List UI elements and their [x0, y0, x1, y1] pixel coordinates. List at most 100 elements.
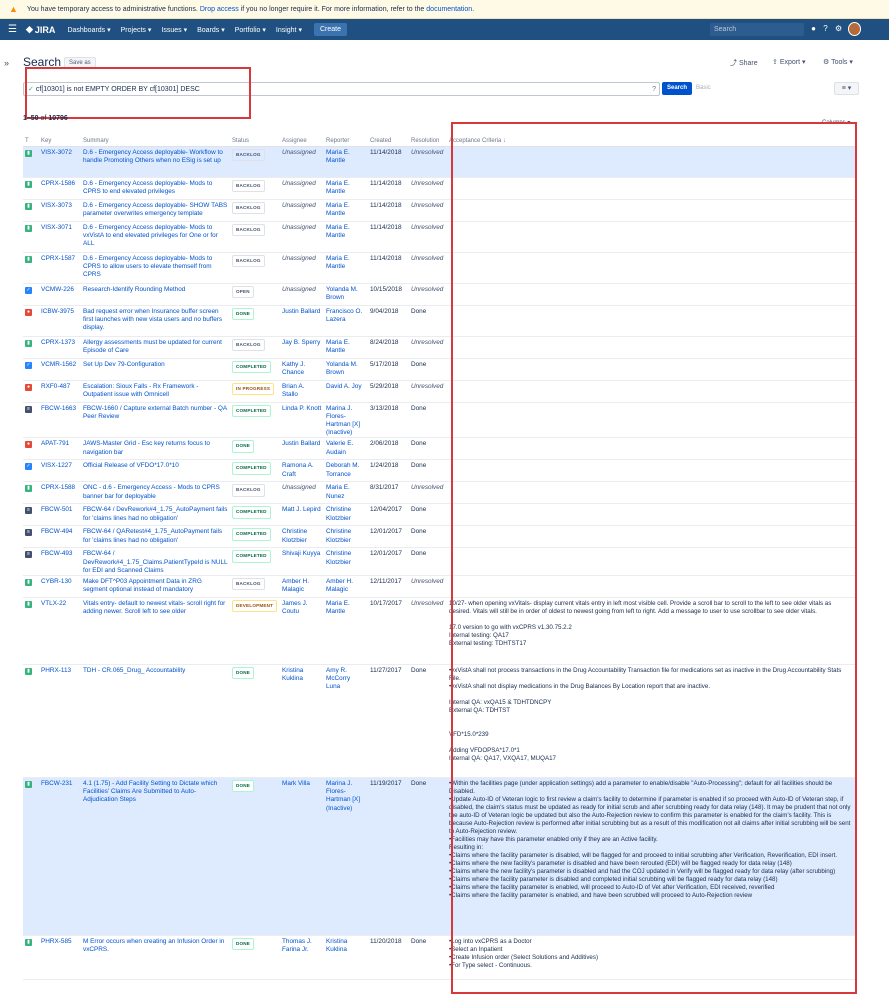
issue-key-link[interactable]: CYBR-130: [39, 575, 81, 598]
issue-key-link[interactable]: PHRX-113: [39, 664, 81, 778]
reporter-cell[interactable]: Christine Klotzbier: [324, 503, 368, 527]
create-button[interactable]: Create: [313, 23, 347, 36]
assignee-cell[interactable]: Thomas J. Farina Jr.: [280, 935, 324, 980]
issue-key-link[interactable]: PHRX-585: [39, 935, 81, 980]
table-row[interactable]: ▮ CPRX-1587 D.6 - Emergency Access deploya…: [23, 252, 856, 284]
issue-summary-link[interactable]: 4.1 (1.75) - Add Facility Setting to Dic…: [81, 777, 230, 936]
issue-key-link[interactable]: FBCW-501: [39, 503, 81, 527]
issue-key-link[interactable]: FBCW-1663: [39, 402, 81, 439]
issue-summary-link[interactable]: M Error occurs when creating an Infusion…: [81, 935, 230, 980]
issue-summary-link[interactable]: D.6 - Emergency Access deployable- Workf…: [81, 146, 230, 178]
issue-key-link[interactable]: VISX-3071: [39, 221, 81, 253]
issue-key-link[interactable]: RXF0-487: [39, 380, 81, 403]
reporter-cell[interactable]: Yolanda M. Brown: [324, 358, 368, 381]
table-row[interactable]: ● APAT-791 JAWS-Master Grid - Esc key retu…: [23, 437, 856, 461]
issue-key-link[interactable]: VTLX-22: [39, 597, 81, 665]
assignee-cell[interactable]: Justin Ballard: [280, 437, 324, 461]
issue-key-link[interactable]: FBCW-494: [39, 525, 81, 549]
assignee-cell[interactable]: Brian A. Stallo: [280, 380, 324, 403]
table-row[interactable]: ✓ VISX-1227 Official Release of VFDO*17.0*…: [23, 459, 856, 483]
assignee-cell[interactable]: Justin Ballard: [280, 305, 324, 337]
reporter-cell[interactable]: Valerie E. Audain: [324, 437, 368, 461]
issue-key-link[interactable]: VCMW-226: [39, 283, 81, 306]
table-row[interactable]: ✓ VCMW-226 Research-Identify Rounding Meth…: [23, 283, 856, 306]
issue-summary-link[interactable]: FBCW-64 / DevRework#4_1.75_AutoPayment f…: [81, 503, 230, 527]
table-row[interactable]: ▮ VISX-3071 D.6 - Emergency Access deploya…: [23, 221, 856, 253]
reporter-cell[interactable]: Kristina Kuklina: [324, 935, 368, 980]
issue-key-link[interactable]: ICBW-3975: [39, 305, 81, 337]
table-row[interactable]: ▮ VISX-3073 D.6 - Emergency Access deploya…: [23, 199, 856, 222]
reporter-cell[interactable]: David A. Joy: [324, 380, 368, 403]
nav-projects[interactable]: Projects ▾: [121, 26, 152, 34]
issue-key-link[interactable]: CPRX-1588: [39, 481, 81, 505]
assignee-cell[interactable]: James J. Coutu: [280, 597, 324, 665]
issue-summary-link[interactable]: Official Release of VFDO*17.0*10: [81, 459, 230, 483]
expand-sidebar-icon[interactable]: »: [4, 58, 9, 68]
drop-access-link[interactable]: Drop access: [200, 6, 239, 13]
issue-summary-link[interactable]: TDH - CR.065_Drug_ Accountability: [81, 664, 230, 778]
reporter-cell[interactable]: Maria E. Nunez: [324, 481, 368, 505]
assignee-cell[interactable]: Kathy J. Chance: [280, 358, 324, 381]
issue-key-link[interactable]: VISX-1227: [39, 459, 81, 483]
issue-summary-link[interactable]: Make DFT^P03 Appointment Data in ZRG seg…: [81, 575, 230, 598]
reporter-cell[interactable]: Maria E. Mantle: [324, 597, 368, 665]
table-row[interactable]: ▮ CPRX-1586 D.6 - Emergency Access deploya…: [23, 177, 856, 200]
reporter-cell[interactable]: Marina J. Flores-Hartman [X] (Inactive): [324, 777, 368, 936]
table-row[interactable]: ▮ VTLX-22 Vitals entry- default to newest …: [23, 597, 856, 665]
issue-summary-link[interactable]: JAWS-Master Grid - Esc key returns focus…: [81, 437, 230, 461]
table-row[interactable]: ≡ FBCW-493 FBCW-64 / DevRework#4_1.75_Clai…: [23, 547, 856, 576]
reporter-cell[interactable]: Amy R. McCorry Luna: [324, 664, 368, 778]
table-row[interactable]: ≡ FBCW-501 FBCW-64 / DevRework#4_1.75_Auto…: [23, 503, 856, 527]
issue-key-link[interactable]: APAT-791: [39, 437, 81, 461]
notifications-icon[interactable]: ●: [810, 25, 817, 33]
issue-summary-link[interactable]: FBCW-64 / QARetest#4_1.75_AutoPayment fa…: [81, 525, 230, 549]
global-search-input[interactable]: Search: [710, 23, 804, 36]
tools-button[interactable]: ⚙ Tools ▾: [823, 58, 853, 66]
table-row[interactable]: ≡ FBCW-1663 FBCW-1660 / Capture external B…: [23, 402, 856, 439]
column-header[interactable]: Acceptance Criteria ↓: [447, 136, 856, 147]
reporter-cell[interactable]: Yolanda M. Brown: [324, 283, 368, 306]
jql-help-icon[interactable]: ?: [652, 83, 656, 96]
reporter-cell[interactable]: Francisco O. Lazera: [324, 305, 368, 337]
share-button[interactable]: ⤴ Share: [730, 58, 758, 68]
issue-summary-link[interactable]: ONC - d.6 - Emergency Access - Mods to C…: [81, 481, 230, 505]
table-row[interactable]: ▮ CPRX-1373 Allergy assessments must be up…: [23, 336, 856, 359]
reporter-cell[interactable]: Deborah M. Torrance: [324, 459, 368, 483]
issue-summary-link[interactable]: Research-Identify Rounding Method: [81, 283, 230, 306]
reporter-cell[interactable]: Maria E. Mantle: [324, 221, 368, 253]
reporter-cell[interactable]: Maria E. Mantle: [324, 199, 368, 222]
column-header[interactable]: Created: [368, 136, 409, 147]
table-row[interactable]: ▮ CYBR-130 Make DFT^P03 Appointment Data i…: [23, 575, 856, 598]
issue-key-link[interactable]: VISX-3073: [39, 199, 81, 222]
reporter-cell[interactable]: Maria E. Mantle: [324, 146, 368, 178]
table-row[interactable]: ✓ VCMR-1562 Set Up Dev 79-Configuration COM…: [23, 358, 856, 381]
issue-key-link[interactable]: VCMR-1562: [39, 358, 81, 381]
issue-key-link[interactable]: CPRX-1373: [39, 336, 81, 359]
issue-summary-link[interactable]: D.6 - Emergency Access deployable- SHOW …: [81, 199, 230, 222]
assignee-cell[interactable]: Matt J. Lepird: [280, 503, 324, 527]
assignee-cell[interactable]: Shivaji Kuyya: [280, 547, 324, 576]
reporter-cell[interactable]: Marina J. Flores-Hartman [X] (Inactive): [324, 402, 368, 439]
column-header[interactable]: Summary: [81, 136, 230, 147]
search-button[interactable]: Search: [662, 82, 693, 95]
reporter-cell[interactable]: Christine Klotzbier: [324, 525, 368, 549]
issue-key-link[interactable]: FBCW-231: [39, 777, 81, 936]
view-options-button[interactable]: ≡ ▾: [834, 82, 859, 95]
table-row[interactable]: ▮ PHRX-585 M Error occurs when creating an…: [23, 935, 856, 980]
issue-summary-link[interactable]: FBCW-64 / DevRework#4_1.75_Claims.Patien…: [81, 547, 230, 576]
basic-mode-link[interactable]: Basic: [696, 85, 711, 91]
settings-gear-icon[interactable]: ⚙: [835, 25, 842, 33]
issue-summary-link[interactable]: Vitals entry- default to newest vitals- …: [81, 597, 230, 665]
assignee-cell[interactable]: Linda P. Knott: [280, 402, 324, 439]
assignee-cell[interactable]: Mark Villa: [280, 777, 324, 936]
assignee-cell[interactable]: Christine Klotzbier: [280, 525, 324, 549]
issue-key-link[interactable]: FBCW-493: [39, 547, 81, 576]
assignee-cell[interactable]: Ramona A. Craft: [280, 459, 324, 483]
column-header[interactable]: T: [23, 136, 39, 147]
jira-logo[interactable]: ◆ JIRA: [26, 24, 55, 35]
reporter-cell[interactable]: Maria E. Mantle: [324, 177, 368, 200]
reporter-cell[interactable]: Amber H. Malagic: [324, 575, 368, 598]
nav-insight[interactable]: Insight ▾: [276, 26, 302, 34]
help-icon[interactable]: ?: [822, 25, 829, 33]
table-row[interactable]: ▮ VISX-3072 D.6 - Emergency Access deploya…: [23, 146, 856, 178]
